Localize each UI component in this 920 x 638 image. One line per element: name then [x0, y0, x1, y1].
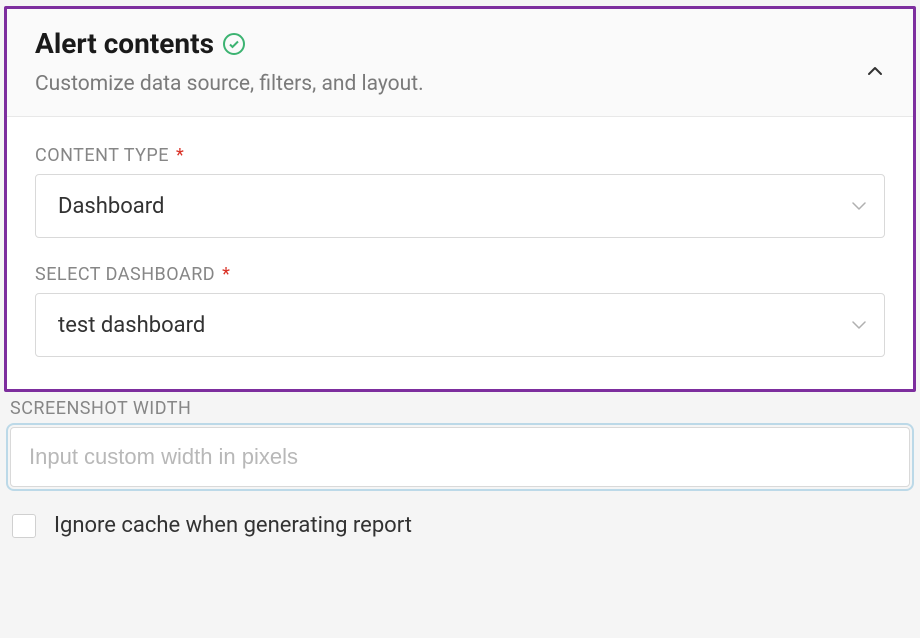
content-type-label-text: CONTENT TYPE	[35, 145, 169, 166]
content-type-select[interactable]: Dashboard	[35, 174, 885, 238]
content-type-group: CONTENT TYPE * Dashboard	[35, 145, 885, 238]
ignore-cache-label[interactable]: Ignore cache when generating report	[54, 513, 412, 538]
alert-contents-panel: Alert contents Customize data source, fi…	[4, 6, 916, 392]
panel-title: Alert contents	[35, 27, 214, 60]
panel-header[interactable]: Alert contents Customize data source, fi…	[7, 9, 913, 117]
content-type-value: Dashboard	[58, 194, 164, 219]
screenshot-width-input[interactable]	[10, 427, 910, 487]
screenshot-width-label: SCREENSHOT WIDTH	[10, 398, 910, 419]
panel-subtitle: Customize data source, filters, and layo…	[35, 72, 424, 96]
required-indicator: *	[176, 145, 184, 166]
ignore-cache-checkbox[interactable]	[12, 514, 36, 538]
select-dashboard-group: SELECT DASHBOARD * test dashboard	[35, 264, 885, 357]
required-indicator: *	[222, 264, 230, 285]
select-dashboard-label: SELECT DASHBOARD *	[35, 264, 885, 285]
panel-body: CONTENT TYPE * Dashboard SELECT DASHBOAR…	[7, 117, 913, 389]
chevron-down-icon	[852, 201, 866, 211]
below-panel: SCREENSHOT WIDTH Ignore cache when gener…	[0, 392, 920, 538]
header-text: Alert contents Customize data source, fi…	[35, 27, 424, 96]
select-dashboard-value: test dashboard	[58, 313, 205, 338]
select-dashboard-select[interactable]: test dashboard	[35, 293, 885, 357]
select-dashboard-label-text: SELECT DASHBOARD	[35, 264, 215, 285]
content-type-label: CONTENT TYPE *	[35, 145, 885, 166]
header-title-row: Alert contents	[35, 27, 424, 60]
check-circle-icon	[222, 32, 246, 56]
ignore-cache-row: Ignore cache when generating report	[10, 513, 910, 538]
collapse-toggle[interactable]	[865, 61, 885, 81]
chevron-down-icon	[852, 320, 866, 330]
